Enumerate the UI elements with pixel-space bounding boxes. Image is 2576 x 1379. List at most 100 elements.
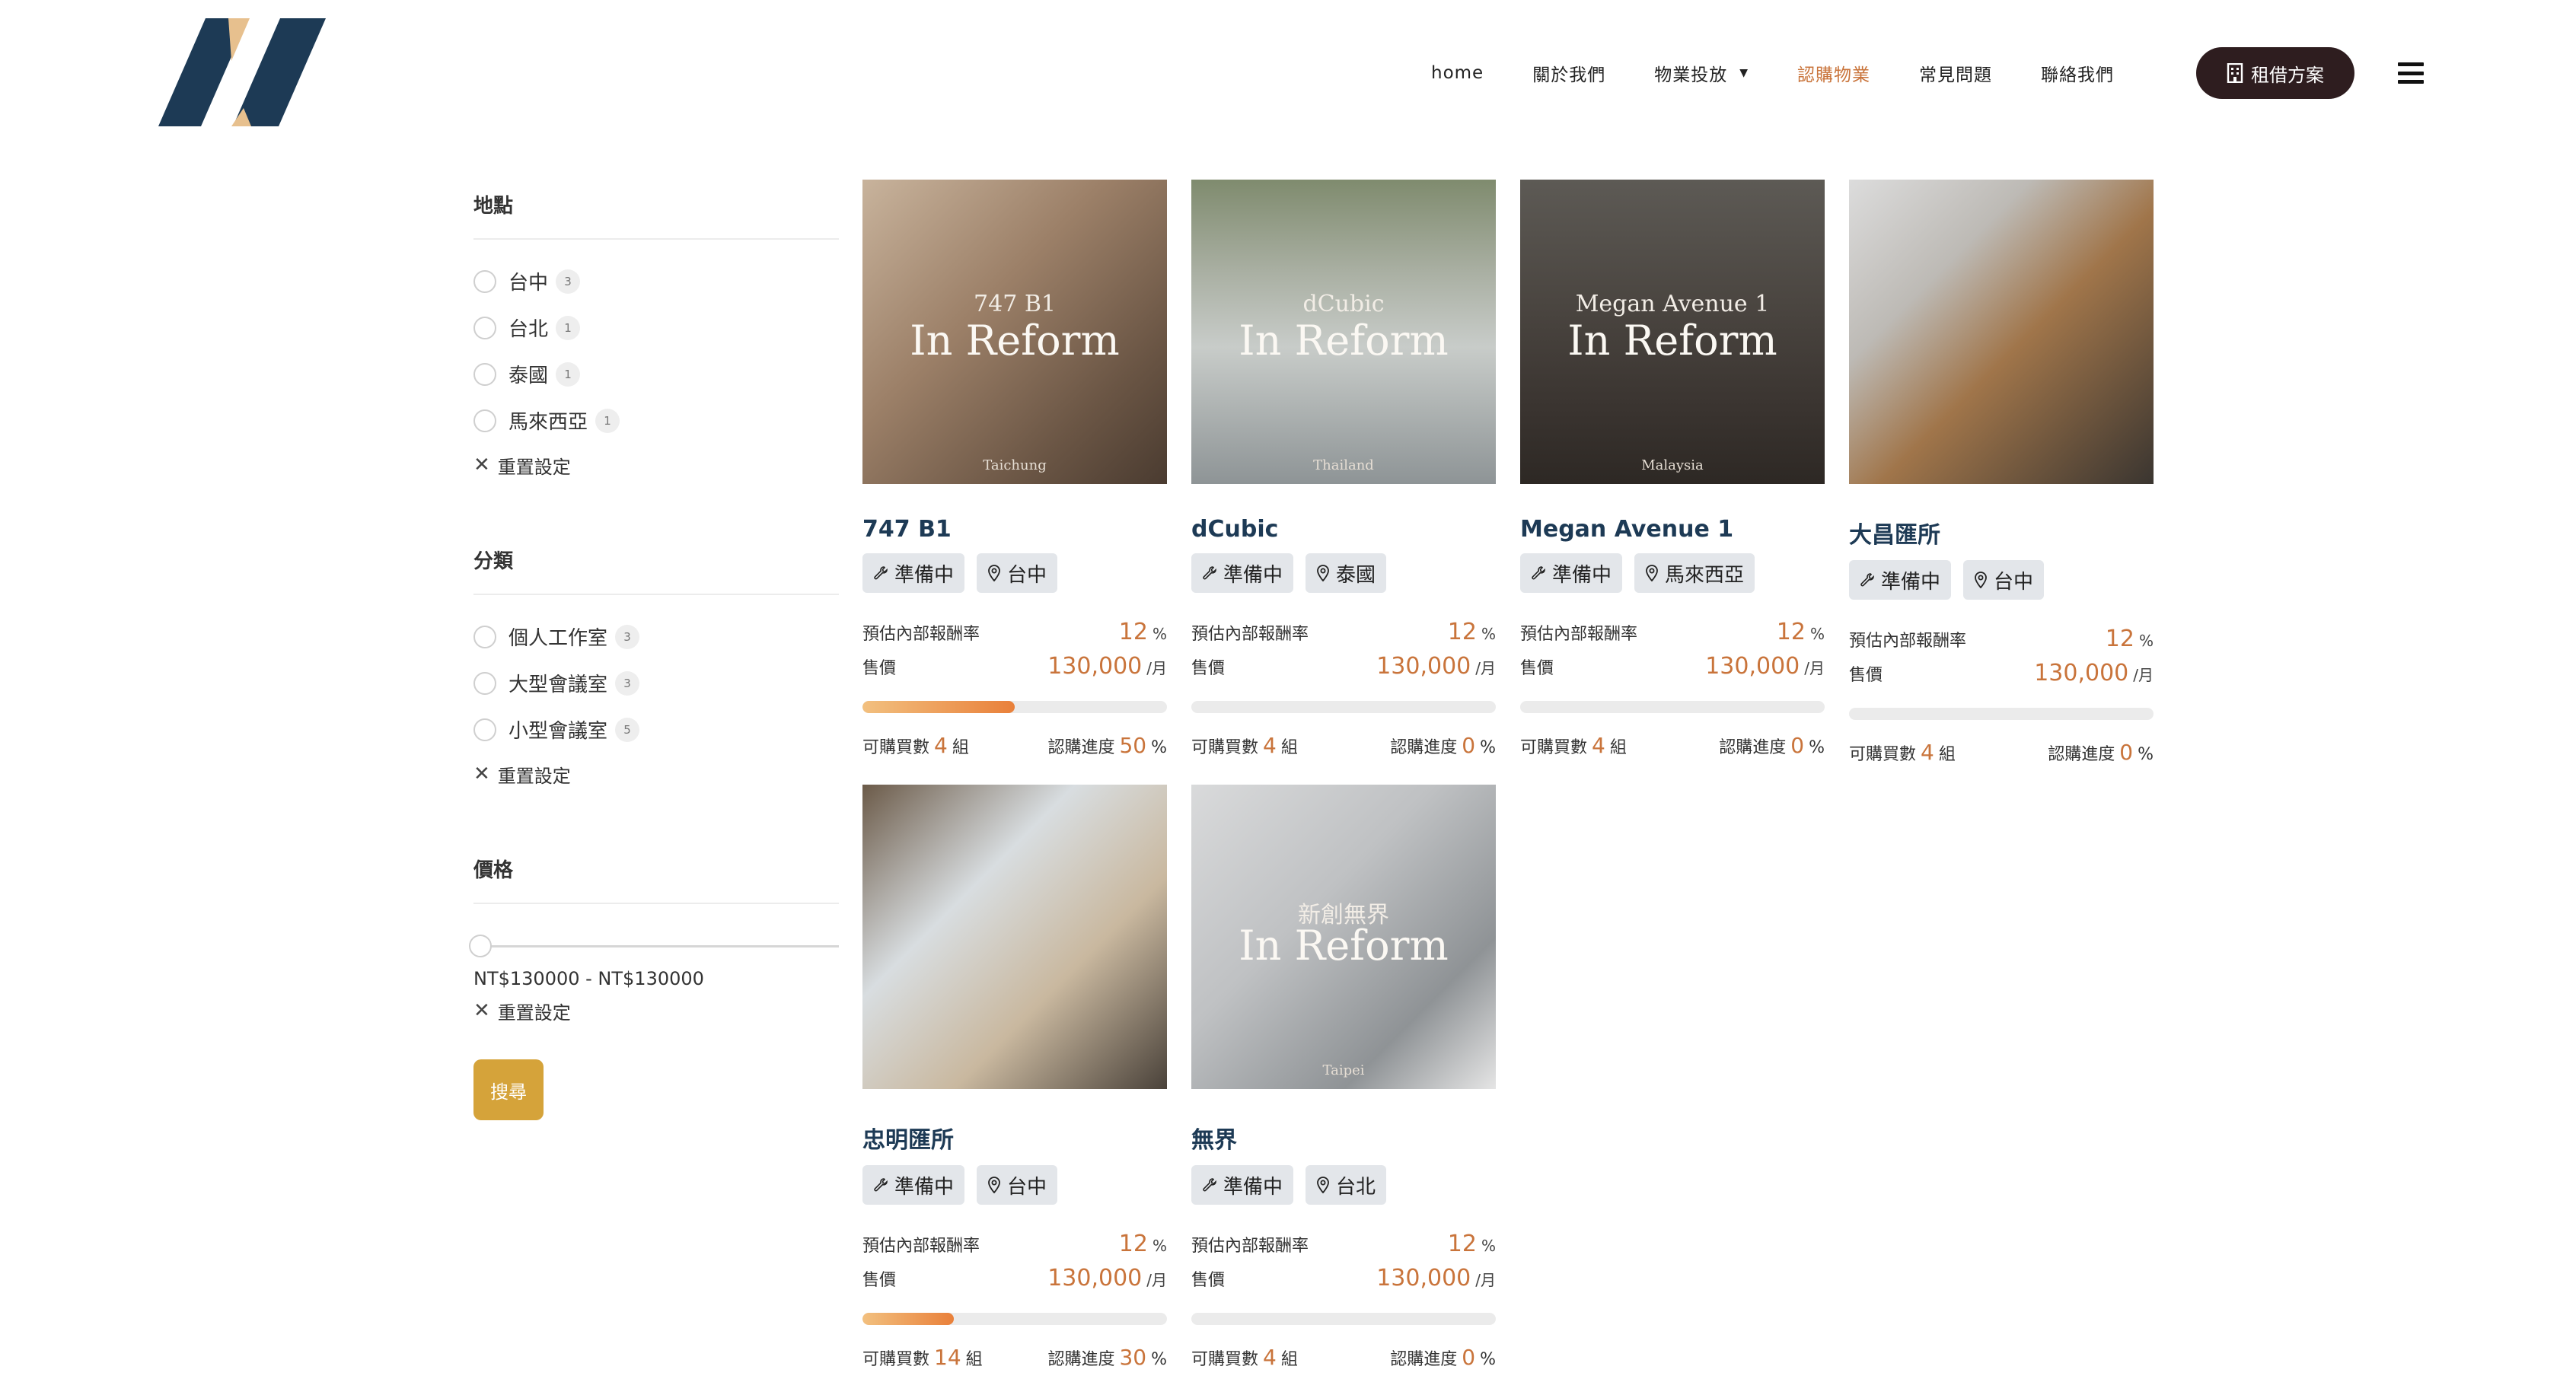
- available-label: 可購買數: [1849, 745, 1917, 764]
- property-card[interactable]: 忠明匯所 準備中 台中 預估內部報酬率 12% 售價 130,000/月 可購買…: [862, 785, 1167, 1370]
- property-name[interactable]: 無界: [1191, 1121, 1496, 1154]
- option-label: 大型會議室: [509, 674, 608, 696]
- progress-fill: [862, 1313, 954, 1325]
- reset-label: 重置設定: [497, 765, 571, 787]
- property-image[interactable]: Megan Avenue 1 In Reform Malaysia: [1520, 180, 1825, 484]
- available-info: 可購買數 4 組: [1191, 733, 1298, 758]
- percent-unit: %: [1151, 1350, 1167, 1369]
- brand-logo[interactable]: [158, 18, 326, 126]
- nav-property-listing[interactable]: 物業投放 ▼: [1654, 60, 1749, 86]
- option-count-badge: 3: [556, 269, 581, 294]
- category-option-large-meeting[interactable]: 大型會議室 3: [473, 660, 839, 706]
- checkbox[interactable]: [473, 316, 496, 339]
- property-image[interactable]: 747 B1 In Reform Taichung: [862, 180, 1167, 484]
- property-card[interactable]: 747 B1 In Reform Taichung 747 B1 準備中 台中 …: [862, 180, 1167, 758]
- slider-handle[interactable]: [469, 935, 492, 957]
- rent-plan-button[interactable]: 租借方案: [2196, 47, 2354, 99]
- percent-unit: %: [1152, 625, 1167, 643]
- wrench-icon: [874, 1178, 888, 1192]
- location-option-taichung[interactable]: 台中 3: [473, 258, 839, 304]
- nav-home[interactable]: home: [1431, 63, 1484, 83]
- location-option-thailand[interactable]: 泰國 1: [473, 351, 839, 397]
- status-label: 準備中: [894, 1175, 955, 1199]
- progress-bar: [1520, 701, 1825, 713]
- image-caption-title: 747 B1: [974, 291, 1056, 317]
- percent-unit: %: [2138, 632, 2154, 650]
- property-name[interactable]: 747 B1: [862, 516, 1167, 543]
- progress-info: 認購進度 0%: [1390, 1345, 1496, 1370]
- checkbox[interactable]: [473, 625, 496, 648]
- map-pin-icon: [988, 565, 1000, 581]
- progress-label: 認購進度: [1047, 738, 1115, 757]
- per-month-unit: /月: [1804, 659, 1825, 677]
- main-nav: home 關於我們 物業投放 ▼ 認購物業 常見問題 聯絡我們: [1431, 47, 2163, 99]
- property-image[interactable]: [1849, 180, 2154, 484]
- hamburger-menu-icon[interactable]: [2398, 62, 2424, 84]
- option-label: 泰國: [509, 365, 549, 387]
- status-tag: 準備中: [1191, 553, 1294, 593]
- irr-row: 預估內部報酬率 12%: [1520, 619, 1825, 645]
- location-label: 台北: [1336, 1175, 1376, 1199]
- checkbox[interactable]: [473, 269, 496, 293]
- price-reset-button[interactable]: ✕ 重置設定: [473, 989, 839, 1032]
- status-label: 準備中: [1223, 1175, 1283, 1199]
- location-option-taipei[interactable]: 台北 1: [473, 304, 839, 351]
- category-option-small-meeting[interactable]: 小型會議室 5: [473, 706, 839, 753]
- checkbox[interactable]: [473, 409, 496, 432]
- nav-faq[interactable]: 常見問題: [1919, 60, 1992, 86]
- location-label: 馬來西亞: [1665, 563, 1745, 587]
- footer-row: 可購買數 4 組 認購進度 0%: [1191, 733, 1496, 758]
- progress-bar: [1191, 1313, 1496, 1325]
- category-reset-button[interactable]: ✕ 重置設定: [473, 753, 839, 795]
- location-tag: 台中: [977, 553, 1058, 593]
- nav-subscribe-property[interactable]: 認購物業: [1797, 60, 1870, 86]
- available-count: 4: [1263, 1345, 1277, 1370]
- percent-unit: %: [1152, 1237, 1167, 1255]
- available-count: 14: [934, 1345, 961, 1370]
- percent-unit: %: [1480, 738, 1496, 757]
- nav-about[interactable]: 關於我們: [1532, 60, 1605, 86]
- property-name[interactable]: 忠明匯所: [862, 1121, 1167, 1154]
- property-card[interactable]: dCubic In Reform Thailand dCubic 準備中 泰國 …: [1191, 180, 1496, 758]
- property-image[interactable]: 新創無界 In Reform Taipei: [1191, 785, 1496, 1089]
- rent-plan-label: 租借方案: [2251, 64, 2324, 86]
- location-reset-button[interactable]: ✕ 重置設定: [473, 444, 839, 486]
- category-option-studio[interactable]: 個人工作室 3: [473, 613, 839, 660]
- property-card[interactable]: Megan Avenue 1 In Reform Malaysia Megan …: [1520, 180, 1825, 758]
- price-row: 售價 130,000/月: [862, 1265, 1167, 1291]
- wrench-icon: [1203, 566, 1216, 580]
- property-image[interactable]: dCubic In Reform Thailand: [1191, 180, 1496, 484]
- status-label: 準備中: [1552, 563, 1612, 587]
- search-button[interactable]: 搜尋: [473, 1059, 544, 1120]
- price-value: 130,000: [1705, 653, 1800, 680]
- location-option-malaysia[interactable]: 馬來西亞 1: [473, 397, 839, 444]
- progress-value: 0: [1790, 733, 1805, 758]
- price-row: 售價 130,000/月: [1191, 653, 1496, 680]
- irr-row: 預估內部報酬率 12%: [1191, 619, 1496, 645]
- property-card[interactable]: 大昌匯所 準備中 台中 預估內部報酬率 12% 售價 130,000/月 可購買…: [1849, 180, 2154, 765]
- property-card[interactable]: 新創無界 In Reform Taipei 無界 準備中 台北 預估內部報酬率 …: [1191, 785, 1496, 1370]
- option-count-badge: 1: [556, 361, 581, 387]
- property-name[interactable]: 大昌匯所: [1849, 516, 2154, 549]
- filter-sidebar: 地點 台中 3 台北 1 泰國 1 馬來西亞 1 ✕ 重置設定 分類 個人工作室…: [469, 190, 839, 1180]
- location-label: 台中: [1007, 563, 1047, 587]
- irr-label: 預估內部報酬率: [862, 1237, 980, 1256]
- irr-row: 預估內部報酬率 12%: [1191, 1231, 1496, 1257]
- property-name[interactable]: dCubic: [1191, 516, 1496, 543]
- checkbox[interactable]: [473, 362, 496, 386]
- image-caption-status: In Reform: [1239, 922, 1449, 970]
- price-value: 130,000: [1376, 1265, 1471, 1291]
- property-image[interactable]: [862, 785, 1167, 1089]
- map-pin-icon: [1975, 572, 1987, 588]
- nav-contact[interactable]: 聯絡我們: [2041, 60, 2114, 86]
- nav-property-listing-label: 物業投放: [1654, 65, 1728, 85]
- category-filter: 分類 個人工作室 3 大型會議室 3 小型會議室 5 ✕ 重置設定: [473, 546, 839, 795]
- progress-value: 0: [2119, 740, 2134, 765]
- available-count: 4: [934, 733, 948, 758]
- percent-unit: %: [2138, 745, 2154, 764]
- irr-value: 12: [1118, 619, 1148, 645]
- property-name[interactable]: Megan Avenue 1: [1520, 516, 1825, 543]
- checkbox[interactable]: [473, 718, 496, 741]
- checkbox[interactable]: [473, 671, 496, 695]
- price-range-slider[interactable]: [469, 935, 839, 957]
